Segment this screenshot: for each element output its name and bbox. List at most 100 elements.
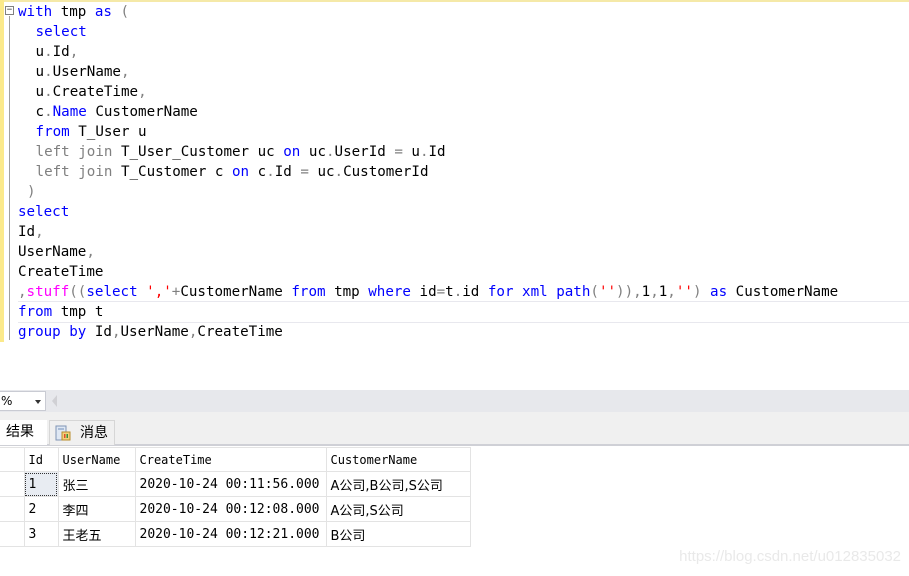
code-token: , (650, 284, 659, 300)
code-token: , (35, 224, 44, 240)
code-token: tmp t (52, 304, 104, 320)
code-line[interactable]: CreateTime (18, 262, 909, 282)
zoom-value: % (1, 394, 13, 408)
table-row[interactable]: 1 张三 2020-10-24 00:11:56.000 A公司,B公司,S公司 (0, 471, 471, 497)
code-line[interactable]: c.Name CustomerName (18, 102, 909, 122)
column-header-id[interactable]: Id (23, 447, 59, 472)
results-grid[interactable]: Id UserName CreateTime CustomerName 1 张三… (0, 447, 471, 547)
code-token: CreateTime (18, 264, 104, 280)
code-token: as (710, 284, 728, 300)
column-header-username[interactable]: UserName (57, 447, 136, 472)
code-token: . (419, 144, 429, 160)
row-header-corner[interactable] (0, 447, 25, 472)
tab-results-label: 结果 (6, 424, 34, 440)
code-line[interactable]: ,stuff((select ','+CustomerName from tmp… (18, 282, 909, 302)
cell-id[interactable]: 1 (23, 471, 59, 497)
code-line[interactable]: from tmp t (18, 301, 909, 323)
code-token: for (487, 284, 514, 300)
code-line[interactable]: left join T_Customer c on c.Id = uc.Cust… (18, 162, 909, 182)
tab-results[interactable]: 结果 (0, 420, 47, 445)
grid-header-row: Id UserName CreateTime CustomerName (0, 447, 471, 472)
cell-id[interactable]: 2 (23, 496, 59, 522)
code-line[interactable]: left join T_User_Customer uc on uc.UserI… (18, 142, 909, 162)
code-line[interactable]: u.CreateTime, (18, 82, 909, 102)
code-line[interactable]: select (18, 202, 909, 222)
cell-createtime[interactable]: 2020-10-24 00:11:56.000 (134, 471, 327, 497)
row-header[interactable] (0, 496, 25, 522)
zoom-select[interactable]: % (0, 391, 46, 411)
code-token: u (27, 84, 45, 100)
row-header[interactable] (0, 471, 25, 497)
cell-createtime[interactable]: 2020-10-24 00:12:08.000 (134, 496, 327, 522)
code-line[interactable]: u.Id, (18, 42, 909, 62)
code-token: uc (308, 164, 335, 180)
code-token: )), (616, 284, 642, 300)
column-header-createtime[interactable]: CreateTime (134, 447, 327, 472)
code-token: u (27, 64, 45, 80)
tab-messages-label: 消息 (80, 425, 108, 441)
code-token: T_Customer c (112, 164, 233, 180)
cell-customername[interactable]: B公司 (325, 521, 471, 547)
table-row[interactable]: 2 李四 2020-10-24 00:12:08.000 A公司,S公司 (0, 496, 471, 522)
code-token: UserName (120, 324, 189, 340)
tab-messages[interactable]: 消息 (49, 420, 115, 445)
code-line[interactable]: ) (18, 182, 909, 202)
cell-customername[interactable]: A公司,S公司 (325, 496, 471, 522)
code-line[interactable]: UserName, (18, 242, 909, 262)
code-token: select (18, 204, 70, 220)
code-token: u (27, 44, 45, 60)
code-token: , (69, 44, 79, 60)
code-line[interactable]: select (18, 22, 909, 42)
code-token: Id (18, 224, 36, 240)
messages-icon (55, 425, 71, 441)
code-token: where (368, 284, 411, 300)
code-token: t (445, 284, 454, 300)
code-token: on (232, 164, 250, 180)
code-token: T_User u (69, 124, 147, 140)
code-token: . (44, 64, 53, 80)
code-token: UserId (334, 144, 395, 160)
code-token: from (291, 284, 326, 300)
watermark: https://blog.csdn.net/u012835032 (679, 548, 901, 565)
code-token: , (667, 284, 676, 300)
code-token: left join (35, 144, 113, 160)
code-token: (( (69, 284, 87, 300)
code-token: u (402, 144, 420, 160)
code-line[interactable]: group by Id,UserName,CreateTime (18, 322, 909, 342)
code-token: 1 (658, 284, 668, 300)
cell-id[interactable]: 3 (23, 521, 59, 547)
scroll-left-icon[interactable] (52, 395, 57, 407)
code-token: Id (52, 44, 70, 60)
row-header[interactable] (0, 521, 25, 547)
code-token: CreateTime (197, 324, 283, 340)
code-token: T_User_Customer uc (112, 144, 284, 160)
sql-editor[interactable]: − with tmp as ( select u.Id, u.UserName,… (0, 0, 909, 388)
cell-customername[interactable]: A公司,B公司,S公司 (325, 471, 471, 497)
cell-username[interactable]: 王老五 (57, 521, 136, 547)
code-line[interactable]: with tmp as ( (18, 2, 909, 22)
code-token: ( (590, 284, 599, 300)
code-token: CustomerId (343, 164, 429, 180)
code-token: on (283, 144, 301, 160)
code-token: CustomerName (180, 284, 292, 300)
cell-createtime[interactable]: 2020-10-24 00:12:21.000 (134, 521, 327, 547)
code-token: path (556, 284, 591, 300)
code-token: CustomerName (86, 104, 198, 120)
results-tabbar (0, 412, 909, 446)
code-line[interactable]: u.UserName, (18, 62, 909, 82)
code-token: c (27, 104, 45, 120)
code-line[interactable]: Id, (18, 222, 909, 242)
table-row[interactable]: 3 王老五 2020-10-24 00:12:21.000 B公司 (0, 521, 471, 547)
collapse-icon[interactable]: − (5, 6, 14, 15)
code-line[interactable]: from T_User u (18, 122, 909, 142)
change-tracking-gutter (0, 0, 4, 342)
column-header-customername[interactable]: CustomerName (325, 447, 471, 472)
code-token: as (94, 4, 112, 20)
cell-username[interactable]: 李四 (57, 496, 136, 522)
cell-username[interactable]: 张三 (57, 471, 136, 497)
code-token: from (35, 124, 70, 140)
code-token: ',' (146, 284, 172, 300)
sql-code[interactable]: with tmp as ( select u.Id, u.UserName, u… (18, 2, 909, 342)
